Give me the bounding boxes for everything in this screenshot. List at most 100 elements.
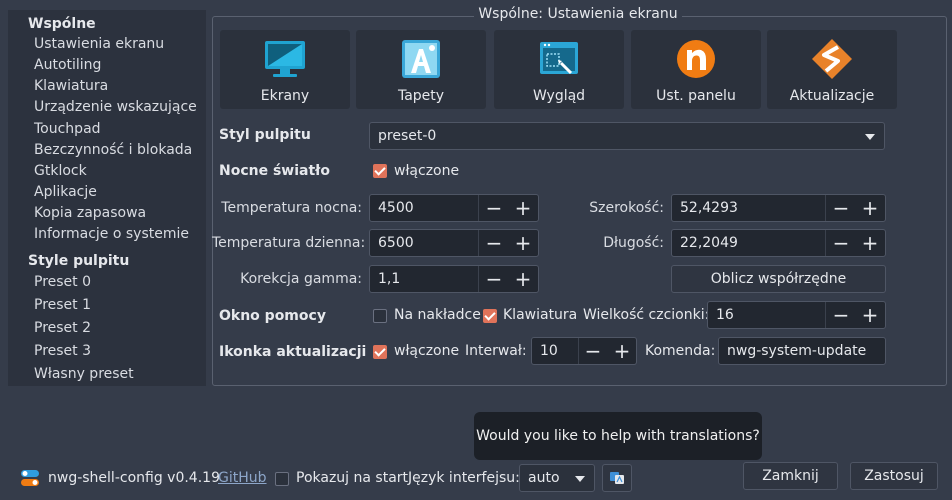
display-icon bbox=[265, 41, 305, 77]
sidebar-item-custom-preset[interactable]: Własny preset bbox=[34, 366, 134, 382]
night-temp-decrement[interactable]: − bbox=[481, 196, 507, 220]
sidebar: Wspólne Ustawienia ekranu Autotiling Kla… bbox=[8, 10, 206, 386]
latitude-increment[interactable]: + bbox=[857, 196, 883, 220]
sidebar-item-system-info[interactable]: Informacje o systemie bbox=[34, 226, 189, 242]
longitude-increment[interactable]: + bbox=[857, 231, 883, 255]
keyboard-checkbox[interactable] bbox=[483, 309, 497, 323]
latitude-decrement[interactable]: − bbox=[828, 196, 854, 220]
desktop-style-select[interactable]: preset-0 bbox=[369, 122, 885, 150]
tile-updates-label: Aktualizacje bbox=[789, 88, 875, 104]
night-light-label: Nocne światło bbox=[219, 163, 330, 179]
longitude-decrement[interactable]: − bbox=[828, 231, 854, 255]
translation-tooltip: Would you like to help with translations… bbox=[474, 412, 762, 460]
sidebar-item-keyboard[interactable]: Klawiatura bbox=[34, 78, 108, 94]
overlay-checkbox[interactable] bbox=[373, 309, 387, 323]
apply-button[interactable]: Zastosuj bbox=[850, 462, 938, 490]
language-select[interactable]: auto bbox=[519, 464, 595, 492]
font-size-value: 16 bbox=[716, 307, 734, 323]
wallpaper-icon bbox=[402, 40, 440, 78]
night-temp-stepper[interactable]: 4500 − + bbox=[369, 194, 539, 222]
command-label: Komenda: bbox=[645, 343, 716, 359]
tile-wallpapers[interactable]: Tapety bbox=[356, 30, 486, 109]
sidebar-item-pointer[interactable]: Urządzenie wskazujące bbox=[34, 99, 197, 115]
gamma-stepper[interactable]: 1,1 − + bbox=[369, 265, 539, 293]
font-size-decrement[interactable]: − bbox=[828, 303, 854, 327]
day-temp-increment[interactable]: + bbox=[510, 231, 536, 255]
command-input[interactable]: nwg-system-update bbox=[718, 337, 886, 365]
latitude-label: Szerokość: bbox=[589, 200, 664, 216]
night-temp-increment[interactable]: + bbox=[510, 196, 536, 220]
app-version: nwg-shell-config v0.4.19 bbox=[48, 470, 220, 486]
command-value: nwg-system-update bbox=[727, 343, 867, 359]
nwg-shell-logo-icon bbox=[21, 470, 39, 486]
interval-decrement[interactable]: − bbox=[580, 339, 606, 363]
calculate-coordinates-button[interactable]: Oblicz współrzędne bbox=[671, 265, 886, 293]
chevron-down-icon bbox=[575, 476, 585, 482]
longitude-stepper[interactable]: 22,2049 − + bbox=[671, 229, 886, 257]
night-light-checkbox[interactable] bbox=[373, 164, 387, 178]
panel-icon bbox=[677, 40, 715, 78]
night-temp-label: Temperatura nocna: bbox=[221, 200, 362, 216]
interval-label: Interwał: bbox=[465, 343, 527, 359]
tile-appearance-label: Wygląd bbox=[532, 88, 586, 104]
sidebar-item-preset-3[interactable]: Preset 3 bbox=[34, 343, 91, 359]
font-size-label: Wielkość czcionki: bbox=[583, 307, 710, 323]
longitude-value: 22,2049 bbox=[680, 235, 738, 251]
interval-increment[interactable]: + bbox=[609, 339, 635, 363]
sidebar-item-screen-settings[interactable]: Ustawienia ekranu bbox=[34, 36, 164, 52]
gamma-value: 1,1 bbox=[378, 271, 401, 287]
close-button[interactable]: Zamknij bbox=[743, 462, 838, 490]
update-icon-enabled-label: włączone bbox=[394, 343, 460, 359]
font-size-stepper[interactable]: 16 − + bbox=[707, 301, 886, 329]
tile-appearance[interactable]: Wygląd bbox=[494, 30, 624, 109]
interval-value: 10 bbox=[540, 343, 558, 359]
sidebar-item-autotiling[interactable]: Autotiling bbox=[34, 57, 101, 73]
longitude-label: Długość: bbox=[603, 235, 664, 251]
gamma-increment[interactable]: + bbox=[510, 267, 536, 291]
gamma-label: Korekcja gamma: bbox=[240, 271, 362, 287]
overlay-label: Na nakładce bbox=[394, 307, 481, 323]
latitude-stepper[interactable]: 52,4293 − + bbox=[671, 194, 886, 222]
tile-wallpapers-label: Tapety bbox=[397, 88, 445, 104]
tile-panel-settings-label: Ust. panelu bbox=[656, 88, 736, 104]
chevron-down-icon bbox=[865, 134, 875, 140]
update-icon bbox=[812, 39, 852, 79]
night-temp-value: 4500 bbox=[378, 200, 414, 216]
language-value: auto bbox=[528, 470, 560, 486]
sidebar-item-gtklock[interactable]: Gtklock bbox=[34, 163, 87, 179]
sidebar-item-applications[interactable]: Aplikacje bbox=[34, 184, 97, 200]
update-icon-label: Ikonka aktualizacji bbox=[219, 344, 367, 360]
sidebar-item-backup[interactable]: Kopia zapasowa bbox=[34, 205, 146, 221]
night-light-enabled-label: włączone bbox=[394, 163, 460, 179]
sidebar-item-idle-lock[interactable]: Bezczynność i blokada bbox=[34, 142, 192, 158]
update-icon-checkbox[interactable] bbox=[373, 345, 387, 359]
interval-stepper[interactable]: 10 − + bbox=[531, 337, 637, 365]
keyboard-label: Klawiatura bbox=[503, 307, 578, 323]
day-temp-value: 6500 bbox=[378, 235, 414, 251]
day-temp-label: Temperatura dzienna: bbox=[212, 235, 366, 251]
sidebar-item-preset-2[interactable]: Preset 2 bbox=[34, 320, 91, 336]
desktop-style-value: preset-0 bbox=[378, 128, 437, 144]
font-size-increment[interactable]: + bbox=[857, 303, 883, 327]
desktop-style-label: Styl pulpitu bbox=[219, 127, 311, 143]
show-on-start-label: Pokazuj na start bbox=[296, 470, 409, 486]
tile-updates[interactable]: Aktualizacje bbox=[767, 30, 897, 109]
day-temp-stepper[interactable]: 6500 − + bbox=[369, 229, 539, 257]
show-on-start-checkbox[interactable] bbox=[275, 472, 289, 486]
frame-title: Wspólne: Ustawienia ekranu bbox=[474, 6, 682, 22]
sidebar-item-preset-0[interactable]: Preset 0 bbox=[34, 274, 91, 290]
day-temp-decrement[interactable]: − bbox=[481, 231, 507, 255]
tile-displays[interactable]: Ekrany bbox=[220, 30, 350, 109]
translate-icon bbox=[610, 472, 624, 484]
tile-panel-settings[interactable]: Ust. panelu bbox=[631, 30, 761, 109]
latitude-value: 52,4293 bbox=[680, 200, 738, 216]
sidebar-item-preset-1[interactable]: Preset 1 bbox=[34, 297, 91, 313]
tile-displays-label: Ekrany bbox=[260, 88, 310, 104]
translate-button[interactable] bbox=[602, 464, 632, 492]
github-link[interactable]: GitHub bbox=[218, 470, 267, 486]
appearance-icon bbox=[540, 42, 578, 75]
sidebar-section-desktop-styles[interactable]: Style pulpitu bbox=[28, 253, 129, 269]
help-window-label: Okno pomocy bbox=[219, 308, 326, 324]
gamma-decrement[interactable]: − bbox=[481, 267, 507, 291]
sidebar-item-touchpad[interactable]: Touchpad bbox=[34, 121, 101, 137]
